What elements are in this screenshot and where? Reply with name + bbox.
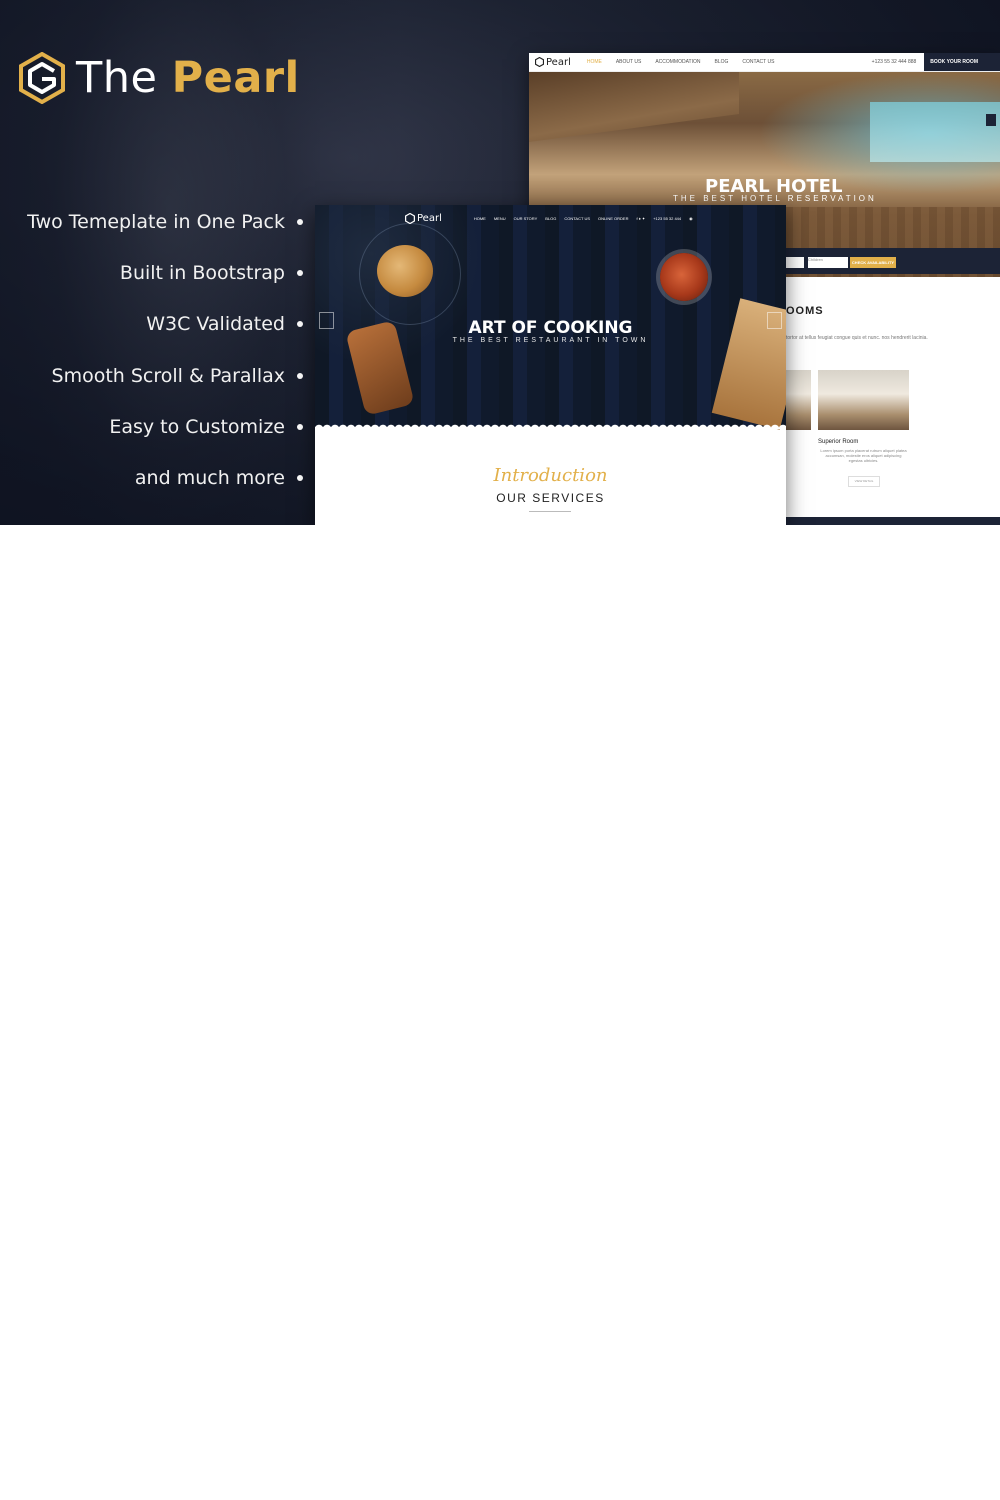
hotel-slider-arrow-icon[interactable]: [986, 114, 996, 126]
room-image: [786, 370, 811, 430]
resto-nav-story[interactable]: OUR STORY: [514, 216, 538, 221]
bullet-icon: [297, 269, 303, 276]
hotel-roof: [529, 72, 739, 142]
hotel-logo-text: Pearl: [546, 56, 571, 68]
hotel-nav-accommodation[interactable]: ACCOMMODATION: [655, 59, 700, 65]
hotel-hero-subtitle: THE BEST HOTEL RESERVATION: [673, 194, 877, 203]
feature-item: Two Temeplate in One Pack: [27, 196, 303, 247]
check-availability-button[interactable]: CHECK AVAILABILITY: [850, 257, 896, 268]
pearl-logo-icon: [535, 57, 544, 67]
pearl-logo-icon: [19, 52, 65, 104]
brand-name: The Pearl: [76, 53, 300, 103]
bullet-icon: [297, 218, 303, 225]
bullet-icon: [297, 423, 303, 430]
hotel-rooms-heading: OOMS: [786, 305, 824, 317]
brand-name-part2: Pearl: [171, 53, 300, 103]
feature-label: W3C Validated: [146, 313, 285, 336]
book-room-button[interactable]: BOOK YOUR ROOM: [924, 53, 1000, 71]
resto-nav-menu[interactable]: MENU: [494, 216, 506, 221]
restaurant-logo-text: Pearl: [417, 213, 442, 224]
restaurant-hero-subtitle: THE BEST RESTAURANT IN TOWN: [452, 337, 649, 344]
hotel-phone: +123 55 32 444 888: [871, 59, 917, 65]
hotel-navbar: Pearl HOME ABOUT US ACCOMMODATION BLOG C…: [529, 53, 1000, 72]
resto-nav-blog[interactable]: BLOG: [545, 216, 556, 221]
restaurant-hero-image: Pearl HOME MENU OUR STORY BLOG CONTACT U…: [315, 205, 786, 430]
cart-icon[interactable]: ◉: [689, 216, 693, 221]
social-icons[interactable]: f ♦ ✦: [636, 216, 645, 221]
intro-script-text: Introduction: [493, 465, 608, 486]
bullet-icon: [297, 372, 303, 379]
hotel-children-select[interactable]: Children: [808, 257, 848, 268]
hotel-nav-blog[interactable]: BLOG: [715, 59, 729, 65]
restaurant-template-preview: Pearl HOME MENU OUR STORY BLOG CONTACT U…: [315, 205, 786, 525]
feature-label: Smooth Scroll & Parallax: [51, 364, 285, 387]
room-description: Lorem ipsum porta placerat rutrum alique…: [820, 448, 907, 463]
restaurant-logo[interactable]: Pearl: [405, 213, 442, 224]
resto-nav-contact[interactable]: CONTACT US: [564, 216, 590, 221]
services-heading: OUR SERVICES: [496, 491, 605, 505]
hotel-nav-home[interactable]: HOME: [587, 59, 602, 65]
pearl-logo-icon: [405, 213, 415, 224]
wave-divider: [315, 421, 786, 429]
hotel-nav-contact[interactable]: CONTACT US: [742, 59, 774, 65]
feature-label: Built in Bootstrap: [119, 261, 285, 284]
resto-nav-order[interactable]: ONLINE ORDER: [598, 216, 628, 221]
room-image: [818, 370, 909, 430]
brand-name-part1: The: [76, 53, 158, 103]
hotel-sea: [870, 102, 1000, 162]
feature-item: Built in Bootstrap: [27, 247, 303, 298]
teapot-decoration: [660, 253, 708, 301]
room-caption: Superior Room: [818, 439, 859, 445]
feature-item: and much more: [27, 452, 303, 503]
feature-item: Smooth Scroll & Parallax: [27, 350, 303, 401]
resto-phone: +123 55 32 444: [653, 216, 682, 221]
hotel-nav-links: HOME ABOUT US ACCOMMODATION BLOG CONTACT…: [587, 59, 775, 65]
brand-logo: The Pearl: [18, 52, 300, 104]
feature-item: Easy to Customize: [27, 401, 303, 452]
ornament-divider: [529, 511, 571, 516]
feature-item: W3C Validated: [27, 299, 303, 350]
feature-label: Easy to Customize: [109, 415, 285, 438]
feature-label: and much more: [134, 467, 285, 490]
feature-list: Two Temeplate in One Pack Built in Boots…: [27, 196, 303, 504]
hotel-rooms-text: tortor at tellus feugiat congue quis et …: [786, 335, 928, 341]
bread-decoration: [377, 245, 433, 297]
banner-background: The Pearl Two Temeplate in One Pack Buil…: [0, 0, 1000, 525]
hotel-logo[interactable]: Pearl: [529, 57, 577, 68]
hotel-nav-about[interactable]: ABOUT US: [616, 59, 641, 65]
restaurant-navbar: Pearl HOME MENU OUR STORY BLOG CONTACT U…: [405, 213, 693, 224]
feature-label: Two Temeplate in One Pack: [27, 210, 285, 233]
view-detail-button[interactable]: VIEW DETAIL: [848, 476, 880, 487]
resto-nav-home[interactable]: HOME: [474, 216, 486, 221]
restaurant-hero-title: ART OF COOKING: [468, 318, 633, 338]
